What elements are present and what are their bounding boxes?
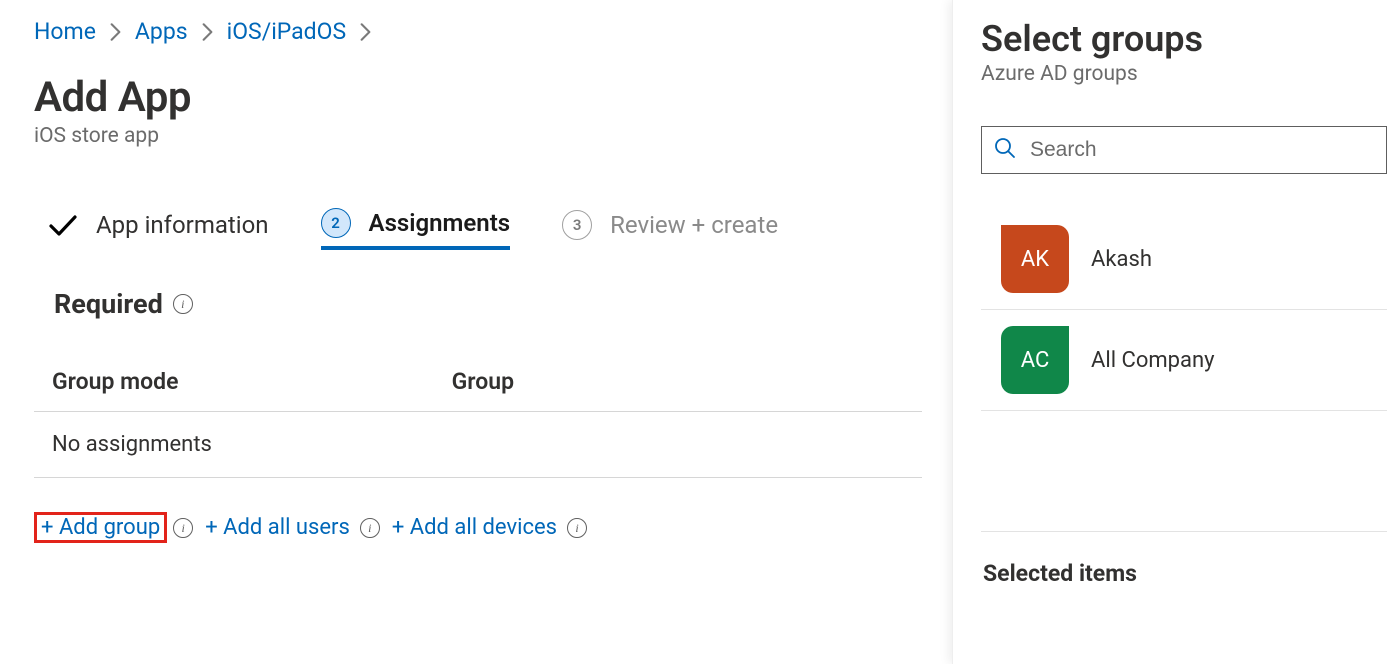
breadcrumb-apps[interactable]: Apps [135, 18, 188, 45]
info-icon[interactable]: i [173, 518, 193, 538]
chevron-right-icon [360, 23, 371, 41]
page-subtitle: iOS store app [34, 124, 922, 148]
step-number: 2 [321, 208, 351, 238]
tab-label: Assignments [369, 209, 511, 237]
section-required: Required i [34, 288, 922, 320]
add-all-users-link[interactable]: + Add all users [201, 513, 354, 542]
table-row-empty: No assignments [34, 412, 922, 478]
tab-label: App information [96, 211, 269, 239]
breadcrumb: Home Apps iOS/iPadOS [34, 18, 922, 45]
page-title: Add App [34, 73, 922, 122]
info-icon[interactable]: i [173, 294, 193, 314]
tab-assignments[interactable]: 2 Assignments [321, 208, 511, 250]
group-name: All Company [1091, 348, 1215, 373]
group-item-akash[interactable]: AK Akash [981, 209, 1387, 310]
add-all-devices-link[interactable]: + Add all devices [388, 513, 561, 542]
section-title: Required [54, 288, 163, 320]
group-item-all-company[interactable]: AC All Company [981, 310, 1387, 411]
info-icon[interactable]: i [567, 518, 587, 538]
panel-subtitle: Azure AD groups [981, 62, 1387, 86]
group-name: Akash [1091, 247, 1152, 272]
wizard-tabs: App information 2 Assignments 3 Review +… [34, 208, 922, 250]
panel-title: Select groups [981, 18, 1387, 60]
add-group-link[interactable]: + Add group [34, 512, 167, 543]
avatar: AC [1001, 326, 1069, 394]
assignments-table: Group mode Group No assignments [34, 368, 922, 478]
selected-items-header: Selected items [981, 531, 1387, 587]
search-box[interactable] [981, 126, 1387, 174]
chevron-right-icon [202, 23, 213, 41]
avatar: AK [1001, 225, 1069, 293]
action-row: + Add group i + Add all users i + Add al… [34, 512, 922, 543]
search-icon [994, 137, 1016, 163]
group-list: AK Akash AC All Company [981, 208, 1387, 411]
tab-app-information[interactable]: App information [48, 211, 269, 247]
chevron-right-icon [110, 23, 121, 41]
select-groups-panel: Select groups Azure AD groups AK Akash A… [952, 0, 1387, 664]
breadcrumb-home[interactable]: Home [34, 18, 96, 45]
main-content: Home Apps iOS/iPadOS Add App iOS store a… [0, 0, 952, 664]
info-icon[interactable]: i [360, 518, 380, 538]
empty-text: No assignments [34, 412, 922, 478]
search-input[interactable] [1028, 137, 1374, 163]
tab-review-create[interactable]: 3 Review + create [562, 210, 778, 248]
step-number: 3 [562, 210, 592, 240]
col-group: Group [434, 368, 922, 412]
breadcrumb-ios[interactable]: iOS/iPadOS [227, 18, 347, 45]
col-group-mode: Group mode [34, 368, 434, 412]
tab-label: Review + create [610, 211, 778, 239]
check-icon [48, 214, 78, 236]
